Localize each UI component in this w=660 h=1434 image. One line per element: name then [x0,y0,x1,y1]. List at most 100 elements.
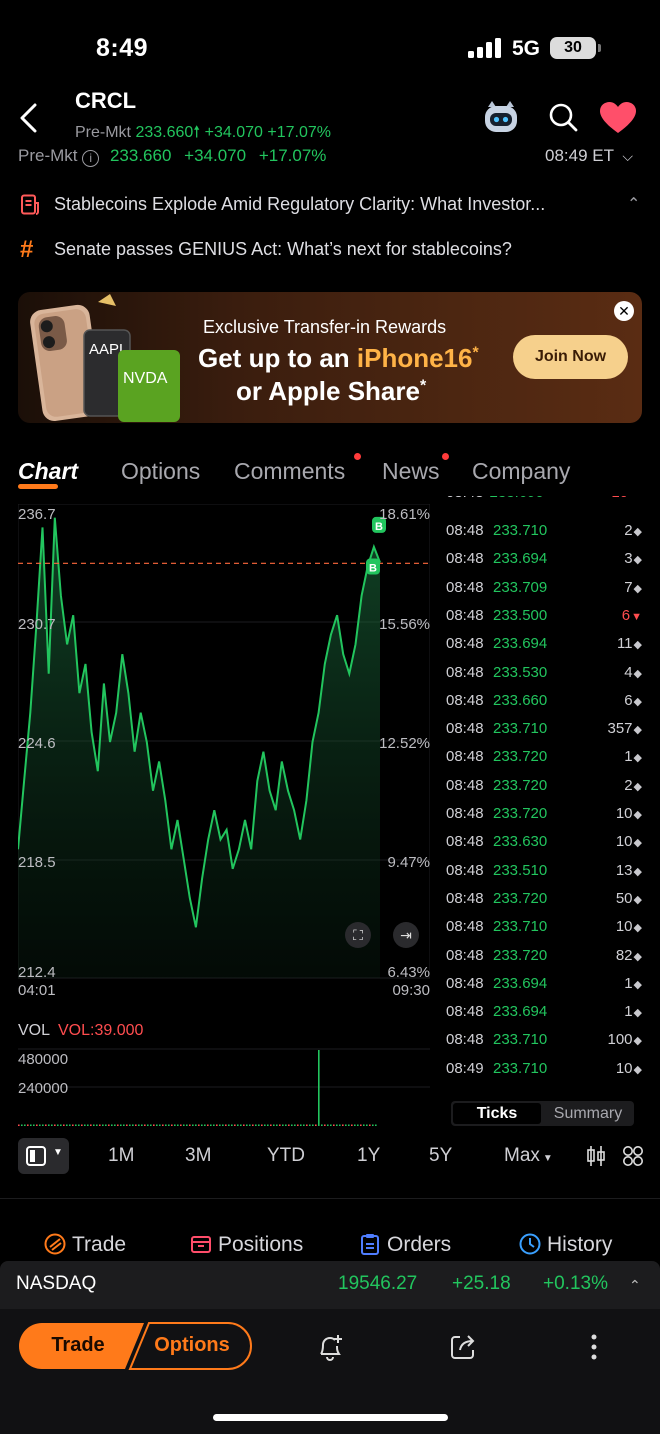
search-icon[interactable] [548,102,578,132]
battery-level: 30 [564,39,582,56]
volume-bar [243,1124,245,1126]
close-icon[interactable]: ✕ [614,301,634,321]
comments-notification-dot [354,453,361,460]
range-1m[interactable]: 1M [108,1145,134,1167]
volume-bar [327,1124,329,1126]
alert-bell-icon[interactable] [315,1332,345,1362]
summary-tab[interactable]: Summary [544,1103,632,1124]
volume-bar [204,1124,206,1126]
volume-bar [192,1124,194,1126]
range-3m[interactable]: 3M [185,1145,211,1167]
chevron-down-icon: ⌵ [622,148,634,164]
tick-row: 08:48 233.720 2◆ [446,777,642,805]
jump-to-latest-icon[interactable]: ⇥ [393,922,419,948]
volume-bar [144,1124,146,1126]
news-headline-1[interactable]: Stablecoins Explode Amid Regulatory Clar… [54,194,545,215]
volume-bar [234,1124,236,1126]
chevron-up-icon[interactable]: ⌃ [629,1277,641,1294]
grid-icon[interactable] [622,1145,644,1167]
volume-bar [111,1124,113,1126]
candlestick-icon[interactable] [586,1145,606,1167]
tick-row: 08:48 233.510 13◆ [446,862,642,890]
volume-bar [357,1124,359,1126]
tab-news[interactable]: News [382,458,440,485]
header-price: 233.660 [135,124,194,141]
join-now-button[interactable]: Join Now [513,335,628,379]
robot-assistant-icon[interactable] [482,98,520,136]
volume-bar [309,1124,311,1126]
range-5y[interactable]: 5Y [429,1145,452,1167]
volume-bar [252,1124,254,1126]
volume-bar [156,1124,158,1126]
volume-bar [69,1124,71,1126]
back-arrow-icon[interactable] [18,102,40,134]
bottom-tab-history[interactable]: History [519,1233,612,1257]
buy-marker-2[interactable]: B [366,558,380,575]
tick-volume: 1◆ [624,748,642,766]
tab-comments[interactable]: Comments [234,458,345,485]
tick-time: 08:48 [446,663,484,681]
tick-row: 08:48 233.694 1◆ [446,1003,642,1031]
tick-time: 08:48 [446,1031,484,1049]
y-right-2: 15.56% [379,616,430,633]
range-ytd[interactable]: YTD [267,1145,305,1167]
tick-time: 08:48 [446,691,484,709]
volume-bar [129,1124,131,1126]
bottom-tab-trade[interactable]: Trade [44,1233,126,1257]
premarket-time-dropdown[interactable]: 08:49 ET ⌵ [545,146,633,166]
bottom-tab-trade-label: Trade [72,1233,127,1256]
index-pct: +0.13% [543,1273,608,1294]
bottom-tab-orders[interactable]: Orders [359,1233,451,1257]
tab-company[interactable]: Company [472,458,570,485]
vol-tick-1: 480000 [18,1051,69,1068]
tick-volume: 1◆ [624,974,642,992]
tick-row: 08:48 233.720 10◆ [446,805,642,833]
watchlist-heart-icon[interactable] [600,102,636,134]
trade-button[interactable]: Trade [42,1334,114,1357]
volume-bar [135,1124,137,1126]
volume-bar [108,1124,110,1126]
volume-bar [273,1124,275,1126]
bottom-tab-positions-label: Positions [218,1233,304,1256]
collapse-chevron-icon[interactable]: ⌃ [627,194,640,214]
volume-bar [81,1124,83,1126]
range-1y[interactable]: 1Y [357,1145,380,1167]
options-button[interactable]: Options [148,1334,236,1357]
volume-bar [285,1124,287,1126]
volume-bar [258,1124,260,1126]
volume-bar [114,1124,116,1126]
y-right-4: 9.47% [387,854,430,871]
ticker-symbol: CRCL [75,88,137,113]
tick-row: 08:48 233.710 10◆ [446,918,642,946]
tick-price: 233.510 [493,861,548,879]
vol-tick-2: 240000 [18,1080,69,1097]
tick-price: 233.710 [493,1031,548,1049]
chart-layout-toggle[interactable]: ▼ [18,1138,69,1174]
news-headline-2[interactable]: Senate passes GENIUS Act: What’s next fo… [54,239,512,260]
tick-row: 08:48 233.710 100◆ [446,1031,642,1059]
diamond-icon: ◆ [633,695,642,708]
history-clock-icon [519,1233,541,1255]
tick-price: 233.710 [493,1059,548,1077]
expand-icon[interactable]: ⛶ [345,922,371,948]
banner-line-1: Exclusive Transfer-in Rewards [203,317,447,337]
tick-time: 08:48 [446,1003,484,1021]
tab-options[interactable]: Options [121,458,200,485]
ticks-tab[interactable]: Ticks [453,1103,541,1124]
share-icon[interactable] [449,1333,477,1361]
volume-bar [330,1124,332,1126]
promo-phone-image: AAPL NVDA [30,294,180,422]
volume-bar [372,1124,374,1126]
diamond-icon: ◆ [633,922,642,935]
diamond-icon: ◆ [633,780,642,793]
tick-volume: 100◆ [607,1031,643,1049]
range-max[interactable]: Max ▼ [504,1145,553,1167]
info-icon[interactable]: i [82,150,100,167]
more-options-icon[interactable] [590,1333,598,1361]
volume-bar [105,1124,107,1126]
volume-bar [318,1050,320,1126]
tab-chart[interactable]: Chart [18,458,78,485]
volume-bar [171,1124,173,1126]
banner-line-2a: Get up to an [198,343,357,373]
bottom-tab-positions[interactable]: Positions [190,1233,303,1257]
